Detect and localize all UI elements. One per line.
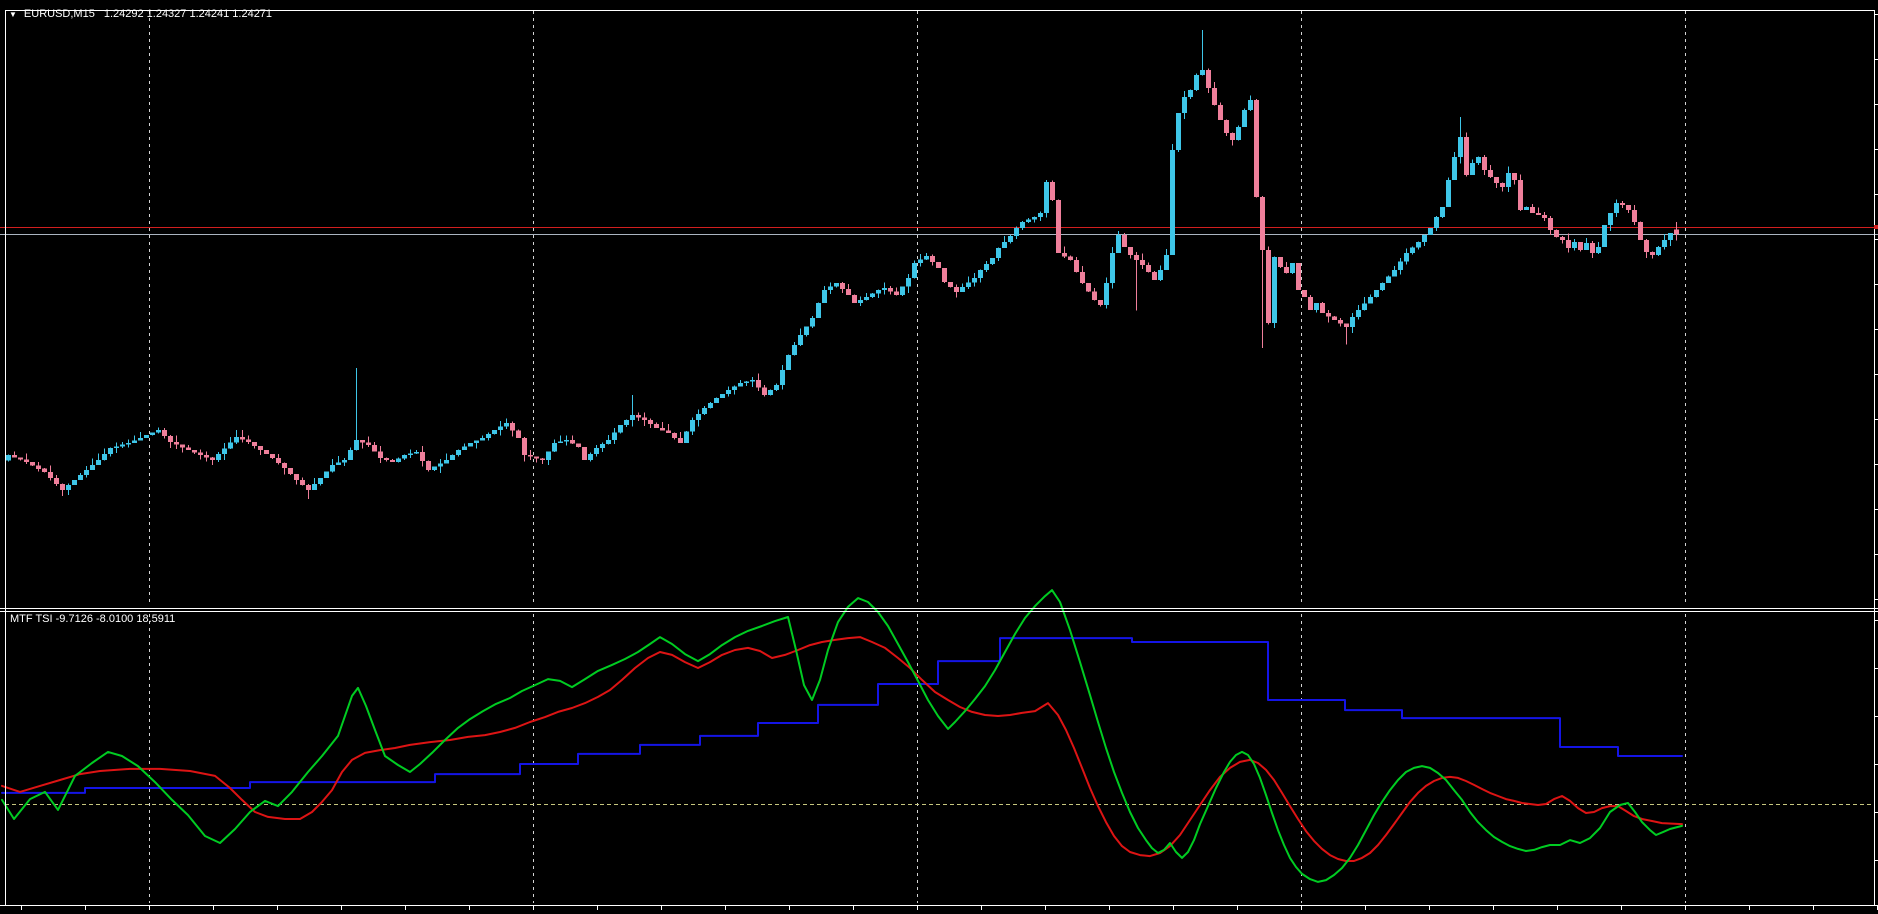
indicator-label: MTF TSI -9.7126 -8.0100 18.5911	[10, 613, 176, 625]
chart-title-bar: ▼ EURUSD,M15 1.24292 1.24327 1.24241 1.2…	[9, 8, 272, 21]
symbol-dropdown-icon[interactable]: ▼	[9, 8, 17, 21]
chart-ohlc-quotes: 1.24292 1.24327 1.24241 1.24271	[103, 8, 273, 20]
chart-canvas[interactable]	[0, 0, 1878, 914]
mt4-chart-window: ▼ EURUSD,M15 1.24292 1.24327 1.24241 1.2…	[0, 0, 1878, 914]
chart-symbol-label: EURUSD,M15	[23, 8, 95, 20]
